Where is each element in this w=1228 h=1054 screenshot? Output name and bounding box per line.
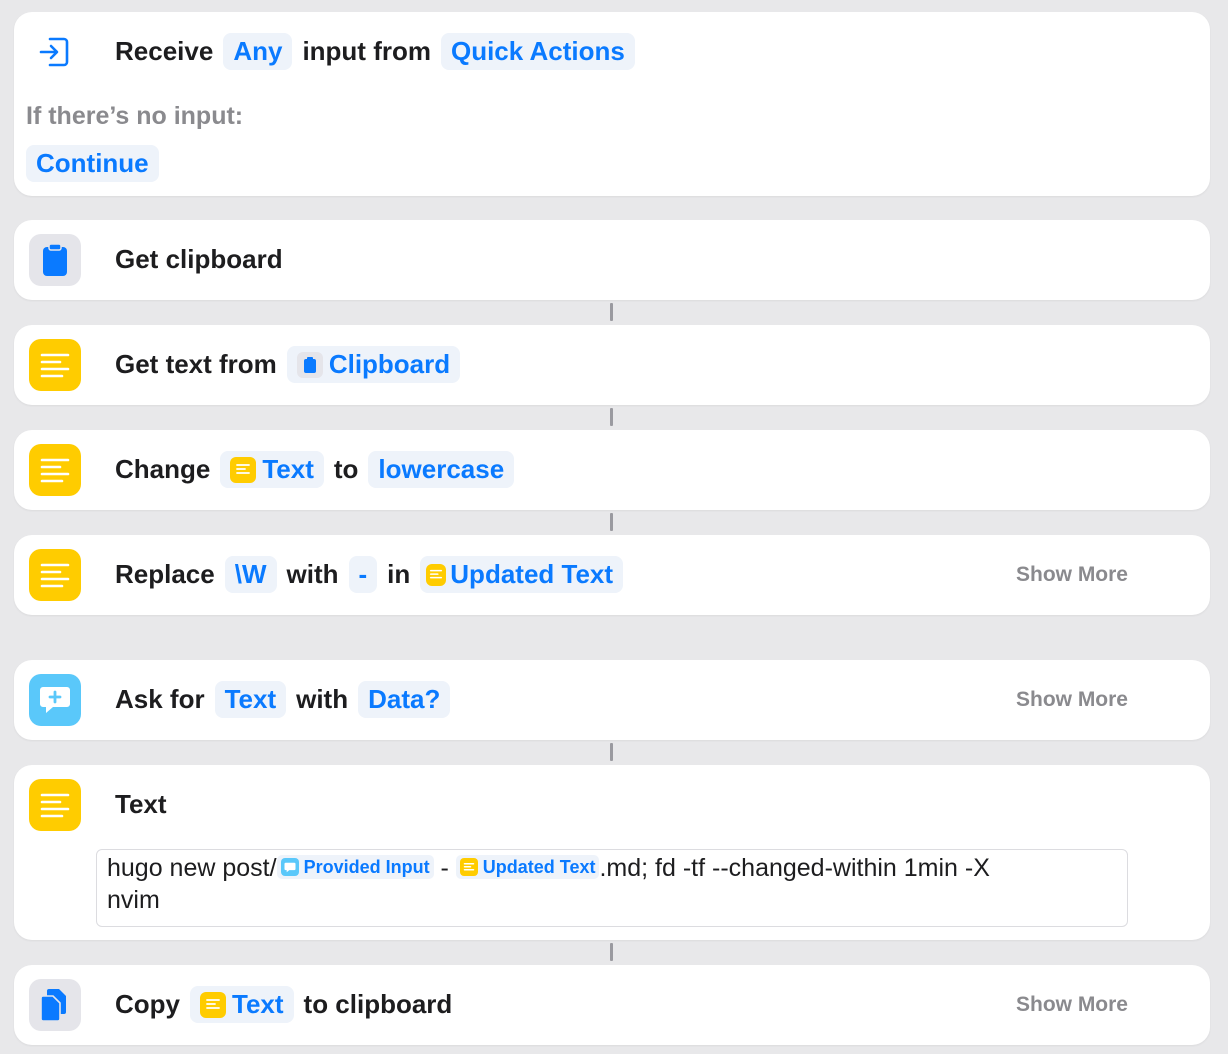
replace-label: Replace <box>115 559 215 589</box>
with-label: with <box>296 684 349 714</box>
text-line-2: nvim <box>107 886 160 914</box>
connector <box>610 303 613 321</box>
connector <box>610 743 613 761</box>
connector <box>610 408 613 426</box>
text-suffix: .md; fd -tf --changed-within 1min -X <box>599 854 990 882</box>
change-label: Change <box>115 454 211 484</box>
clipboard-token[interactable]: Clipboard <box>286 346 461 383</box>
clipboard-icon <box>296 351 323 378</box>
text-icon <box>426 563 447 586</box>
prompt-token[interactable]: Data? <box>358 681 451 718</box>
get-text-label: Get text from <box>115 349 277 379</box>
text-icon <box>29 444 81 496</box>
text-line-1: hugo new post/Provided Input - Updated T… <box>107 852 1117 884</box>
show-more-button[interactable]: Show More <box>1016 688 1128 712</box>
to-label: to <box>333 454 359 484</box>
get-clipboard-label: Get clipboard <box>115 244 283 274</box>
input-type-token[interactable]: Any <box>223 33 293 70</box>
provided-input-label: Provided Input <box>303 857 430 878</box>
text-icon <box>459 858 478 877</box>
receive-label: Receive <box>115 36 214 66</box>
text-prefix: hugo new post/ <box>107 854 277 882</box>
text-icon <box>29 779 81 831</box>
source-token[interactable]: Quick Actions <box>440 33 635 70</box>
text-action-title: Text <box>115 789 167 819</box>
replace-card[interactable]: Replace \W with - in Updated Text Show M… <box>14 535 1210 615</box>
get-clipboard-card[interactable]: Get clipboard <box>14 220 1210 300</box>
documents-icon <box>29 979 81 1031</box>
in-label: in <box>387 559 411 589</box>
show-more-button[interactable]: Show More <box>1016 993 1128 1017</box>
updated-text-chip[interactable]: Updated Text <box>455 855 600 880</box>
updated-text-token[interactable]: Updated Text <box>420 556 624 593</box>
text-variable-token[interactable]: Text <box>190 986 294 1023</box>
text-icon <box>29 549 81 601</box>
ask-input-icon <box>29 674 81 726</box>
input-type-token[interactable]: Text <box>214 681 287 718</box>
clipboard-token-label: Clipboard <box>328 349 451 379</box>
show-more-button[interactable]: Show More <box>1016 563 1128 587</box>
receive-icon <box>36 34 72 70</box>
text-content-field[interactable]: hugo new post/Provided Input - Updated T… <box>96 849 1128 927</box>
receive-action-card[interactable]: Receive Any input from Quick Actions If … <box>14 12 1210 196</box>
change-case-card[interactable]: Change Text to lowercase <box>14 430 1210 510</box>
clipboard-icon <box>29 234 81 286</box>
copy-to-clipboard-card[interactable]: Copy Text to clipboard Show More <box>14 965 1210 1045</box>
copy-label: Copy <box>115 989 180 1019</box>
text-variable-label: Text <box>232 989 284 1019</box>
with-label: with <box>286 559 339 589</box>
pattern-token[interactable]: \W <box>224 556 277 593</box>
ask-for-label: Ask for <box>115 684 205 714</box>
text-separator: - <box>433 854 456 882</box>
text-icon <box>29 339 81 391</box>
updated-text-label: Updated Text <box>450 559 614 589</box>
provided-input-chip[interactable]: Provided Input <box>276 855 434 880</box>
no-input-action-token[interactable]: Continue <box>26 145 159 182</box>
connector <box>610 943 613 961</box>
updated-text-label: Updated Text <box>482 857 596 878</box>
get-text-card[interactable]: Get text from Clipboard <box>14 325 1210 405</box>
text-variable-label: Text <box>262 454 314 484</box>
replacement-token[interactable]: - <box>348 556 378 593</box>
text-variable-token[interactable]: Text <box>220 451 324 488</box>
text-action-card[interactable]: Text hugo new post/Provided Input - Upda… <box>14 765 1210 940</box>
ask-for-input-card[interactable]: Ask for Text with Data? Show More <box>14 660 1210 740</box>
ask-input-icon <box>280 858 299 877</box>
to-clipboard-label: to clipboard <box>303 989 453 1019</box>
text-icon <box>230 456 257 483</box>
no-input-label: If there’s no input: <box>26 102 244 130</box>
case-token[interactable]: lowercase <box>368 451 515 488</box>
input-from-label: input from <box>302 36 431 66</box>
text-icon <box>200 991 226 1018</box>
connector <box>610 513 613 531</box>
